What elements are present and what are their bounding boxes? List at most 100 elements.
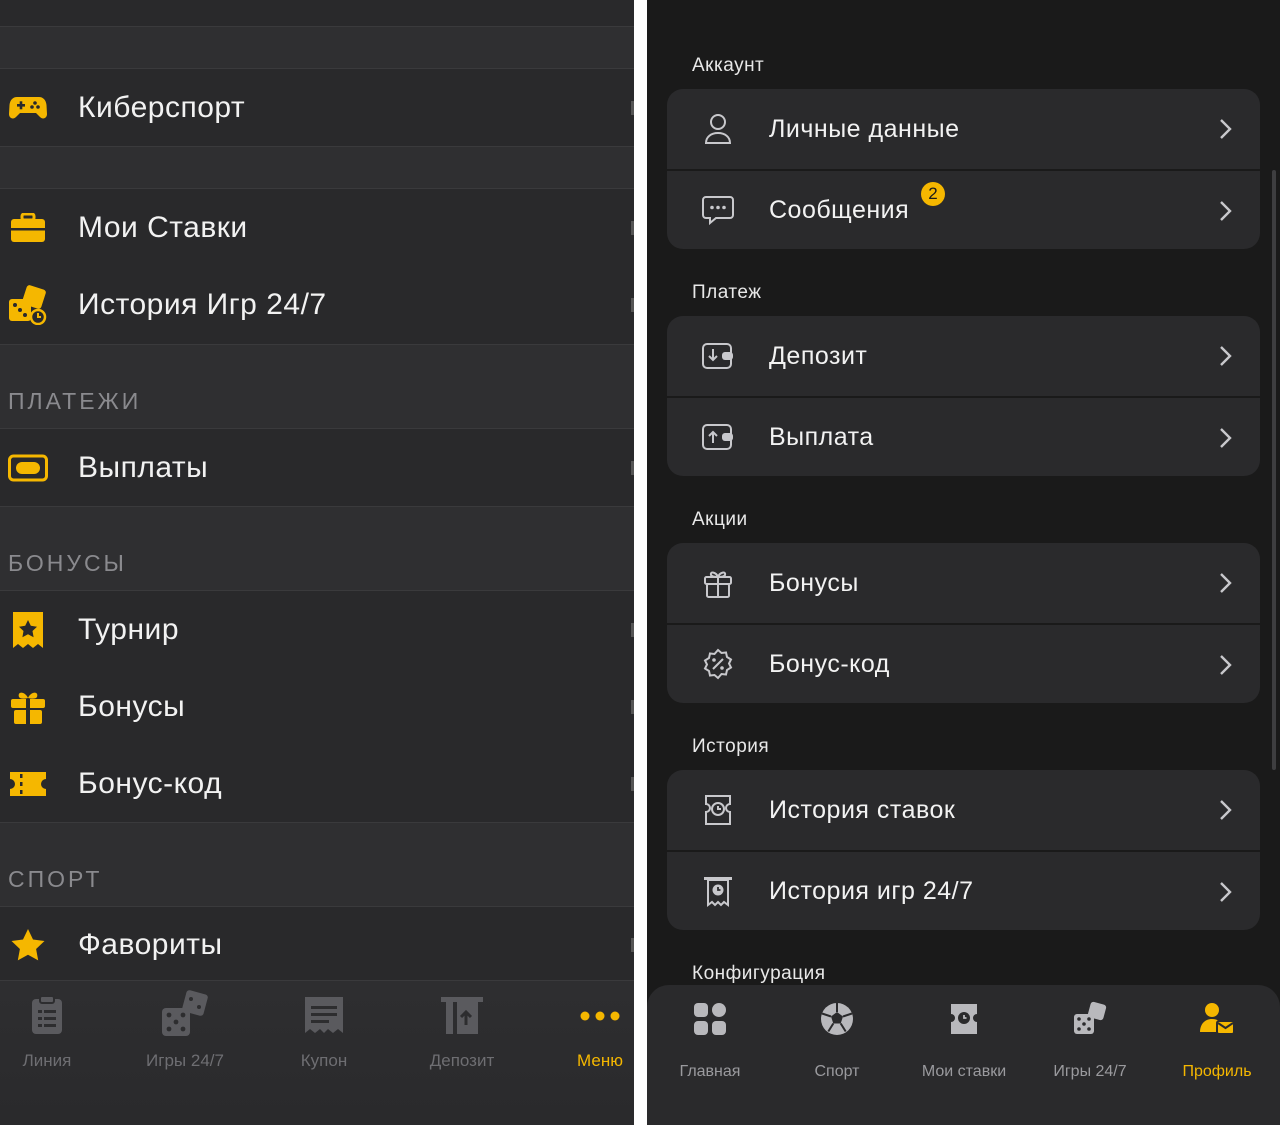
dice-icon [1072, 1001, 1108, 1042]
menu-item-favorites[interactable]: Фавориты [0, 906, 634, 982]
section-gap [0, 146, 634, 188]
chevron-right-icon [1220, 428, 1232, 448]
tab-label: Главная [679, 1063, 741, 1080]
menu-item-label: История игр 24/7 [769, 876, 974, 905]
menu-item-label: Бонус-код [78, 767, 223, 800]
history-card: История ставок История игр 24/7 [667, 770, 1260, 930]
star-ticket-icon [8, 610, 48, 650]
menu-item-label: История ставок [769, 795, 956, 824]
grid-icon [693, 1002, 727, 1041]
menu-item-label: Турнир [78, 612, 179, 646]
menu-item-esports[interactable]: Киберспорт [0, 68, 634, 146]
chevron-right-icon [1220, 346, 1232, 366]
tab-label: Профиль [1182, 1063, 1252, 1080]
tab-deposit[interactable]: Депозит [402, 993, 522, 1071]
gift-icon [8, 687, 48, 727]
tab-coupon[interactable]: Купон [264, 993, 384, 1071]
percent-badge-icon [701, 647, 735, 681]
section-title-config: Конфигурация [692, 963, 826, 984]
menu-item-deposit[interactable]: Депозит [667, 316, 1260, 396]
tab-label: Депозит [429, 1051, 495, 1070]
section-title-account: Аккаунт [692, 55, 765, 76]
menu-item-label: Выплата [769, 422, 874, 451]
menu-item-label: Личные данные [769, 114, 960, 143]
menu-item-label: Киберспорт [78, 90, 246, 124]
menu-item-bonus-code[interactable]: Бонус-код [0, 746, 634, 822]
tab-label: Купон [300, 1051, 348, 1070]
tab-profile[interactable]: Профиль [1154, 1001, 1280, 1081]
tab-label: Меню [577, 1051, 623, 1070]
menu-item-label: Выплаты [78, 450, 209, 484]
menu-item-label: Бонус-код [769, 649, 890, 678]
section-gap [0, 26, 634, 68]
tab-my-bets[interactable]: Мои ставки [901, 1001, 1027, 1081]
ticket-icon [949, 1002, 979, 1041]
section-title-payment: Платеж [692, 282, 762, 303]
dice-icon [160, 989, 210, 1045]
section-header-sport [0, 822, 634, 906]
wallet-in-icon [701, 339, 735, 373]
section-title-promos: Акции [692, 509, 748, 530]
tab-games[interactable]: Игры 24/7 [125, 989, 245, 1071]
menu-item-bonus-code[interactable]: Бонус-код [667, 623, 1260, 703]
menu-item-games-history[interactable]: История Игр 24/7 [0, 266, 634, 344]
menu-item-payouts[interactable]: Выплаты [0, 428, 634, 506]
bottom-tab-bar: Линия Игры 24/7 Купон Депозит Меню [0, 980, 634, 1125]
chevron-right-icon [1220, 119, 1232, 139]
menu-item-label: История Игр 24/7 [78, 288, 327, 321]
bottom-tab-bar: Главная Спорт Мои ставки Игры 24/7 Профи… [647, 985, 1280, 1125]
tab-label: Спорт [814, 1063, 860, 1080]
gift-icon [701, 566, 735, 600]
scrollbar[interactable] [1272, 170, 1276, 770]
tab-home[interactable]: Главная [647, 1001, 773, 1081]
menu-item-tournament[interactable]: Турнир [0, 590, 634, 669]
menu-item-label: Депозит [769, 341, 868, 370]
dice-clock-icon [8, 285, 48, 325]
menu-item-label: Мои Ставки [78, 210, 248, 244]
payment-card: Депозит Выплата [667, 316, 1260, 476]
unread-badge: 2 [921, 182, 945, 206]
account-card: Личные данные Сообщения 2 [667, 89, 1260, 249]
chevron-right-icon [1220, 655, 1232, 675]
menu-item-withdraw[interactable]: Выплата [667, 396, 1260, 476]
list-icon [31, 994, 63, 1040]
section-header-bonuses [0, 506, 634, 590]
menu-item-my-bets[interactable]: Мои Ставки [0, 188, 634, 267]
tab-line[interactable]: Линия [0, 993, 107, 1071]
chevron-right-icon [1220, 800, 1232, 820]
soccer-ball-icon [820, 1002, 854, 1041]
chevron-right-icon [1220, 573, 1232, 593]
tab-menu[interactable]: Меню [540, 993, 634, 1071]
menu-item-bonuses[interactable]: Бонусы [0, 668, 634, 747]
chevron-right-icon [1220, 201, 1232, 221]
deposit-icon [440, 995, 484, 1040]
promos-card: Бонусы Бонус-код [667, 543, 1260, 703]
menu-item-label: Бонусы [769, 568, 859, 597]
menu-item-messages[interactable]: Сообщения 2 [667, 169, 1260, 249]
briefcase-icon [8, 208, 48, 248]
menu-item-label: Сообщения [769, 195, 910, 224]
tab-sport[interactable]: Спорт [774, 1001, 900, 1081]
section-title-payments: ПЛАТЕЖИ [8, 388, 142, 414]
tab-label: Игры 24/7 [1053, 1063, 1127, 1080]
top-gap [0, 0, 634, 26]
tab-label: Игры 24/7 [146, 1051, 224, 1070]
menu-item-label: Бонусы [78, 690, 186, 723]
menu-item-games-history[interactable]: История игр 24/7 [667, 850, 1260, 930]
profile-icon [1199, 1002, 1235, 1041]
cash-icon [8, 448, 48, 488]
user-icon [701, 112, 735, 146]
menu-item-bet-history[interactable]: История ставок [667, 770, 1260, 850]
menu-item-bonuses[interactable]: Бонусы [667, 543, 1260, 623]
tab-games[interactable]: Игры 24/7 [1027, 1001, 1153, 1081]
menu-item-personal-data[interactable]: Личные данные [667, 89, 1260, 169]
coupon-ticket-icon [8, 764, 48, 804]
receipt-clock-icon [701, 874, 735, 908]
right-profile-panel: Аккаунт Личные данные Сообщения 2 Платеж… [647, 0, 1280, 1125]
section-title-bonuses: БОНУСЫ [8, 550, 127, 576]
ticket-clock-icon [701, 793, 735, 827]
more-dots-icon [580, 1008, 620, 1026]
tab-label: Мои ставки [921, 1063, 1007, 1080]
section-title-history: История [692, 736, 770, 757]
chat-bubble-icon [701, 193, 735, 227]
